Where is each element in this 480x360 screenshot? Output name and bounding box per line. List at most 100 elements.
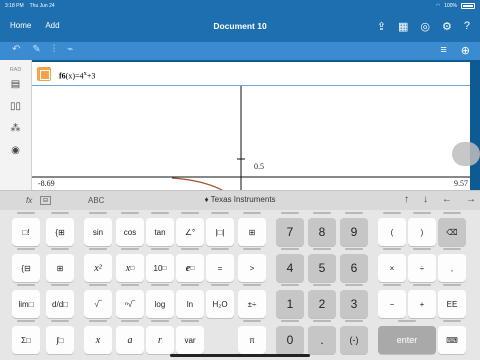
x-key-label: x: [95, 334, 101, 346]
brand-name: Texas Instruments: [210, 195, 276, 204]
sin-key[interactable]: sin: [84, 212, 112, 246]
sum-key[interactable]: Σ□: [12, 320, 40, 354]
graph-toolbar: ↶ ✎ ⫶ ⌁ ≡ ⊕: [0, 42, 480, 60]
scatter-icon[interactable]: ⁂: [0, 117, 31, 139]
status-date: Thu Jun 24: [29, 3, 55, 9]
function-name: f6: [59, 71, 66, 81]
function-curve: [171, 177, 223, 191]
nth-root-key[interactable]: ⁿ√‾: [116, 284, 144, 318]
key-1[interactable]: 1: [276, 284, 304, 318]
key-4[interactable]: 4: [276, 248, 304, 282]
camera-icon[interactable]: ◉: [0, 139, 31, 161]
square-key[interactable]: x²: [84, 248, 112, 282]
key-6[interactable]: 6: [340, 248, 368, 282]
ee-key[interactable]: EE: [438, 284, 466, 318]
operators-key[interactable]: ±÷: [238, 284, 266, 318]
function-entry[interactable]: f6(x)=4x+3: [32, 62, 470, 86]
divide-key[interactable]: ÷: [408, 248, 436, 282]
graph-canvas[interactable]: [32, 86, 470, 191]
ti-logo-icon: ♦: [204, 195, 209, 204]
key-8[interactable]: 8: [308, 212, 336, 246]
function-tail: +3: [86, 71, 96, 81]
x-max-label: 9.57: [454, 179, 468, 188]
abs-key[interactable]: |□|: [206, 212, 234, 246]
cos-key[interactable]: cos: [116, 212, 144, 246]
chem-key[interactable]: H₂O: [206, 284, 234, 318]
greater-than-key[interactable]: >: [238, 248, 266, 282]
ten-power-label: 10: [153, 263, 163, 273]
undo-icon[interactable]: ↶: [12, 44, 20, 55]
status-bar: 3:18 PM Thu Jun 24 ◠ 100%: [0, 0, 480, 12]
sqrt-key[interactable]: √‾: [84, 284, 112, 318]
r-key-label: r: [158, 334, 162, 346]
key-9[interactable]: 9: [340, 212, 368, 246]
key-0[interactable]: 0: [276, 320, 304, 354]
function-body: =4: [75, 71, 84, 81]
graph-plot[interactable]: 0.5 -8.69 9.57: [32, 86, 470, 191]
menu-icon[interactable]: ≡: [440, 44, 446, 57]
plus-key[interactable]: +: [408, 284, 436, 318]
multiply-key[interactable]: ×: [378, 248, 406, 282]
arrow-left-icon[interactable]: ←: [442, 194, 452, 205]
integral-key[interactable]: ∫□: [46, 320, 74, 354]
scroll-handle[interactable]: [452, 142, 480, 166]
sliders-icon[interactable]: ⫶: [53, 44, 56, 55]
decimal-key[interactable]: .: [308, 320, 336, 354]
piecewise-key[interactable]: {⊞: [46, 212, 74, 246]
arrow-right-icon[interactable]: →: [466, 194, 476, 205]
equals-key[interactable]: =: [206, 248, 234, 282]
function-checkbox[interactable]: [37, 67, 51, 81]
var-key[interactable]: var: [176, 320, 204, 354]
negative-key[interactable]: (-): [340, 320, 368, 354]
right-paren-key[interactable]: ): [408, 212, 436, 246]
template-key[interactable]: ⊞: [46, 248, 74, 282]
function-arg: (x): [65, 71, 75, 81]
share-icon[interactable]: ⇪: [377, 20, 386, 33]
factorial-key[interactable]: □!: [12, 212, 40, 246]
angle-key[interactable]: ∠°: [176, 212, 204, 246]
left-paren-key[interactable]: (: [378, 212, 406, 246]
ln-key[interactable]: ln: [176, 284, 204, 318]
wifi-icon: ◠: [435, 3, 441, 9]
home-indicator: [170, 354, 310, 357]
r-key[interactable]: r: [146, 320, 174, 354]
book-icon[interactable]: ▯▯: [0, 95, 31, 117]
matrix-key[interactable]: ⊞: [238, 212, 266, 246]
wrench-icon[interactable]: ✎: [32, 44, 40, 55]
set-key[interactable]: {⊟: [12, 248, 40, 282]
derivative-key[interactable]: d/d□: [46, 284, 74, 318]
comma-key[interactable]: ,: [438, 248, 466, 282]
backspace-icon[interactable]: ⌫: [438, 212, 466, 246]
x-key[interactable]: x: [84, 320, 112, 354]
arrow-down-icon[interactable]: ↓: [423, 194, 428, 205]
ten-power-key[interactable]: 10 □: [146, 248, 174, 282]
analyze-icon[interactable]: ⌁: [67, 44, 73, 55]
key-2[interactable]: 2: [308, 284, 336, 318]
title-bar: Home Add Document 10 ⇪ ▦ ◎ ⚙ ?: [0, 12, 480, 42]
calculator-icon[interactable]: ▦: [398, 20, 408, 33]
minus-key[interactable]: −: [378, 284, 406, 318]
key-5[interactable]: 5: [308, 248, 336, 282]
a-key[interactable]: a: [116, 320, 144, 354]
enter-key[interactable]: enter: [378, 320, 436, 354]
power-key[interactable]: x □: [116, 248, 144, 282]
pi-key[interactable]: π: [238, 320, 266, 354]
entry-line-icon[interactable]: ▤: [0, 73, 31, 95]
add-page-icon[interactable]: ⊕: [461, 44, 470, 57]
keyboard-toolbar: fx ⊟ ABC ♦ Texas Instruments ↑ ↓ ← →: [0, 190, 480, 210]
key-7[interactable]: 7: [276, 212, 304, 246]
settings-icon[interactable]: ⚙: [442, 20, 452, 33]
function-expression[interactable]: f6(x)=4x+3: [59, 70, 95, 81]
keyboard-hide-icon[interactable]: ⌨: [438, 320, 466, 354]
tan-key[interactable]: tan: [146, 212, 174, 246]
log-key[interactable]: log: [146, 284, 174, 318]
key-3[interactable]: 3: [340, 284, 368, 318]
toolbox-icon[interactable]: ◎: [420, 20, 430, 33]
limit-key[interactable]: lim□: [12, 284, 40, 318]
square-label: x²: [94, 262, 102, 274]
status-time: 3:18 PM: [5, 3, 24, 9]
y-tick-label: 0.5: [254, 162, 264, 171]
e-power-key[interactable]: e □: [176, 248, 204, 282]
help-icon[interactable]: ?: [464, 20, 470, 33]
arrow-up-icon[interactable]: ↑: [404, 194, 409, 205]
